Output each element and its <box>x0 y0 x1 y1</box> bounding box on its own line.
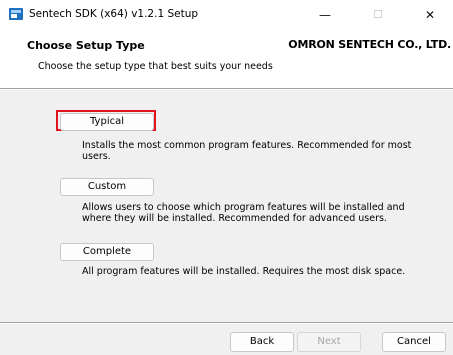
page-title: Choose Setup Type <box>27 39 145 52</box>
page-subtitle: Choose the setup type that best suits yo… <box>38 61 273 72</box>
installer-app-icon <box>9 8 23 20</box>
next-button[interactable]: Next <box>297 332 361 352</box>
minimize-button[interactable]: — <box>302 0 348 30</box>
typical-button[interactable]: Typical <box>60 113 154 131</box>
company-name: OMRON SENTECH CO., LTD. <box>288 38 451 51</box>
maximize-button[interactable]: ☐ <box>355 0 401 30</box>
window-title: Sentech SDK (x64) v1.2.1 Setup <box>29 8 199 20</box>
typical-description: Installs the most common program feature… <box>82 140 412 162</box>
cancel-button[interactable]: Cancel <box>382 332 446 352</box>
footer-divider-highlight <box>0 323 453 324</box>
complete-button[interactable]: Complete <box>60 243 154 261</box>
custom-description: Allows users to choose which program fea… <box>82 202 405 224</box>
custom-button[interactable]: Custom <box>60 178 154 196</box>
complete-description: All program features will be installed. … <box>82 266 406 277</box>
setup-window: Sentech SDK (x64) v1.2.1 Setup — ☐ ✕ Cho… <box>0 0 453 355</box>
setup-header: Choose Setup Type OMRON SENTECH CO., LTD… <box>0 30 453 88</box>
close-button[interactable]: ✕ <box>407 0 453 30</box>
back-button[interactable]: Back <box>230 332 294 352</box>
header-divider-highlight <box>0 89 453 90</box>
title-bar[interactable]: Sentech SDK (x64) v1.2.1 Setup — ☐ ✕ <box>0 0 453 30</box>
